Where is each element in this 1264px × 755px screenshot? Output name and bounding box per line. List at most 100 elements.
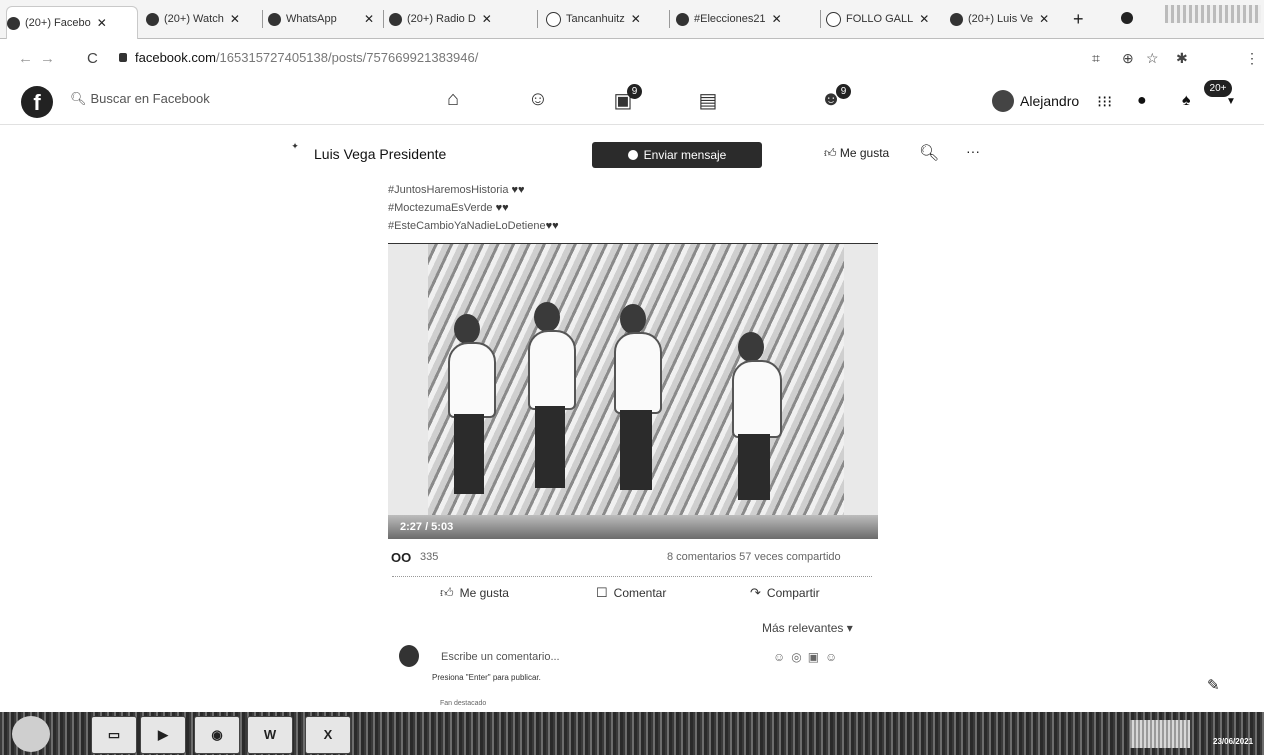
tab-close-icon[interactable]: ✕ (364, 12, 374, 26)
tab-divider (262, 10, 263, 28)
tab-close-icon[interactable]: ✕ (97, 16, 107, 30)
emoji-icon: ♥♥ (511, 184, 525, 196)
send-message-button[interactable]: Enviar mensaje (592, 142, 762, 168)
browser-tab-strip: (20+) Facebo ✕ (20+) Watch ✕ WhatsApp ✕ … (0, 0, 1264, 39)
chrome-icon[interactable]: ◉ (194, 716, 240, 754)
person-head (454, 314, 480, 344)
thumbs-up-icon: 👍︎ (440, 585, 454, 600)
like-button[interactable]: 👍︎ Me gusta (440, 585, 509, 601)
share-icon: ↷ (750, 585, 761, 600)
tab-watch[interactable]: (20+) Watch ✕ (146, 7, 256, 31)
avatar (992, 90, 1014, 112)
whatsapp-favicon-icon (268, 12, 281, 26)
watch-badge: 9 (627, 84, 642, 99)
tab-whatsapp[interactable]: WhatsApp ✕ (268, 7, 376, 31)
page-name[interactable]: Luis Vega Presidente (314, 146, 446, 162)
zoom-icon[interactable]: ⊕ (1122, 50, 1134, 67)
tab-close-icon[interactable]: ✕ (482, 12, 492, 26)
account-chevron-down-icon[interactable]: ▼ (1226, 96, 1236, 107)
video-controls[interactable] (388, 515, 878, 539)
tab-tancanhuitz[interactable]: Tancanhuitz ✕ (546, 7, 666, 31)
comment-tools-icons[interactable]: ☺◎▣☺ (773, 650, 843, 664)
facebook-search-box[interactable]: 🔍︎ Buscar en Facebook (70, 91, 210, 107)
divider (392, 576, 872, 578)
hashtag-link[interactable]: #EsteCambioYaNadieLoDetiene (388, 220, 546, 232)
tab-close-icon[interactable]: ✕ (631, 12, 641, 26)
url-field[interactable]: facebook.com/165315727405138/posts/75766… (135, 50, 478, 65)
person-legs (620, 410, 652, 490)
comment-input[interactable]: Escribe un comentario... (441, 651, 560, 663)
facebook-favicon-icon (146, 12, 159, 26)
translate-icon[interactable]: ⌗ (1092, 50, 1100, 67)
emoji-icon: ♥♥ (545, 220, 559, 232)
profile-link[interactable]: Alejandro (992, 90, 1079, 112)
extensions-icon[interactable]: ✱ (1176, 50, 1188, 67)
new-message-edit-icon[interactable]: ✎ (1207, 676, 1220, 694)
comment-sort-dropdown[interactable]: Más relevantes ▾ (762, 621, 853, 635)
tab-luis-vega[interactable]: (20+) Luis Ve ✕ (950, 7, 1065, 31)
facebook-logo-icon[interactable]: f (21, 86, 53, 118)
back-arrow-icon[interactable]: ← (18, 50, 33, 67)
tab-divider (820, 10, 821, 28)
avatar (399, 645, 419, 667)
taskbar-date[interactable]: 23/06/2021 (1213, 737, 1253, 746)
media-player-icon[interactable]: ▶ (140, 716, 186, 754)
windows-taskbar (0, 712, 1264, 755)
tab-close-icon[interactable]: ✕ (772, 12, 782, 26)
excel-icon[interactable]: X (305, 716, 351, 754)
hashtag-link[interactable]: #JuntosHaremosHistoria (388, 184, 508, 196)
share-button[interactable]: ↷ Compartir (750, 585, 820, 601)
tab-close-icon[interactable]: ✕ (1039, 12, 1049, 26)
comment-button[interactable]: ☐ Comentar (596, 585, 666, 601)
tab-radio[interactable]: (20+) Radio D ✕ (389, 7, 529, 31)
tab-elecciones[interactable]: #Elecciones21 ✕ (676, 7, 814, 31)
menu-grid-icon[interactable]: ⁝⁝⁝ (1097, 92, 1112, 112)
marketplace-icon[interactable]: ▤ (695, 88, 721, 114)
person-figure (732, 360, 782, 438)
fan-badge: Fan destacado (440, 700, 487, 707)
person-figure (614, 332, 662, 414)
bookmark-star-icon[interactable]: ☆ (1146, 50, 1159, 67)
tab-follo-gall[interactable]: FOLLO GALL ✕ (826, 7, 946, 31)
tab-close-icon[interactable]: ✕ (919, 12, 929, 26)
facebook-favicon-icon (389, 12, 402, 26)
person-head (534, 302, 560, 332)
system-tray[interactable] (1130, 720, 1190, 748)
word-icon[interactable]: W (247, 716, 293, 754)
messenger-icon[interactable]: ● (1137, 92, 1147, 110)
post-stats[interactable]: 8 comentarios 57 veces compartido (667, 551, 841, 563)
like-page-button[interactable]: 👍︎ Me gusta (824, 146, 889, 161)
page-more-button[interactable]: ··· (966, 143, 980, 159)
person-figure (448, 342, 496, 418)
page-avatar[interactable]: ✦ (284, 141, 306, 167)
groups-badge: 9 (836, 84, 851, 99)
page-search-icon[interactable]: 🔍︎ (919, 143, 939, 163)
reactions-icon[interactable]: OO (391, 550, 411, 565)
hashtag-link[interactable]: #MoctezumaEsVerde (388, 202, 493, 214)
comment-bubble-icon: ☐ (596, 585, 608, 600)
facebook-favicon-icon (950, 12, 963, 26)
browser-menu-icon[interactable]: ⋮ (1245, 50, 1259, 67)
tab-close-icon[interactable]: ✕ (230, 12, 240, 26)
post-video[interactable]: 2:27 / 5:03 (388, 244, 878, 539)
new-tab-button[interactable]: + (1073, 9, 1084, 30)
notifications-bell-icon[interactable]: ♠ (1182, 92, 1191, 110)
file-explorer-icon[interactable]: ▭ (91, 716, 137, 754)
home-icon[interactable]: ⌂ (440, 88, 466, 114)
notifications-badge: 20+ (1204, 80, 1232, 97)
browser-profile-icon[interactable] (1121, 12, 1133, 24)
friends-icon[interactable]: ☺ (525, 88, 551, 114)
person-legs (454, 414, 484, 494)
lock-icon[interactable] (119, 53, 127, 62)
reload-icon[interactable]: C (87, 50, 98, 67)
google-favicon-icon (826, 11, 841, 27)
forward-arrow-icon[interactable]: → (40, 50, 55, 67)
window-controls[interactable] (1165, 5, 1261, 23)
reactions-count[interactable]: 335 (420, 551, 438, 563)
person-head (738, 332, 764, 362)
thumbs-up-icon: 👍︎ (824, 146, 840, 160)
messenger-icon (627, 150, 638, 160)
windows-start-button[interactable] (12, 716, 50, 752)
tab-facebook[interactable]: (20+) Facebo ✕ (6, 6, 138, 39)
globe-favicon-icon (676, 12, 689, 26)
